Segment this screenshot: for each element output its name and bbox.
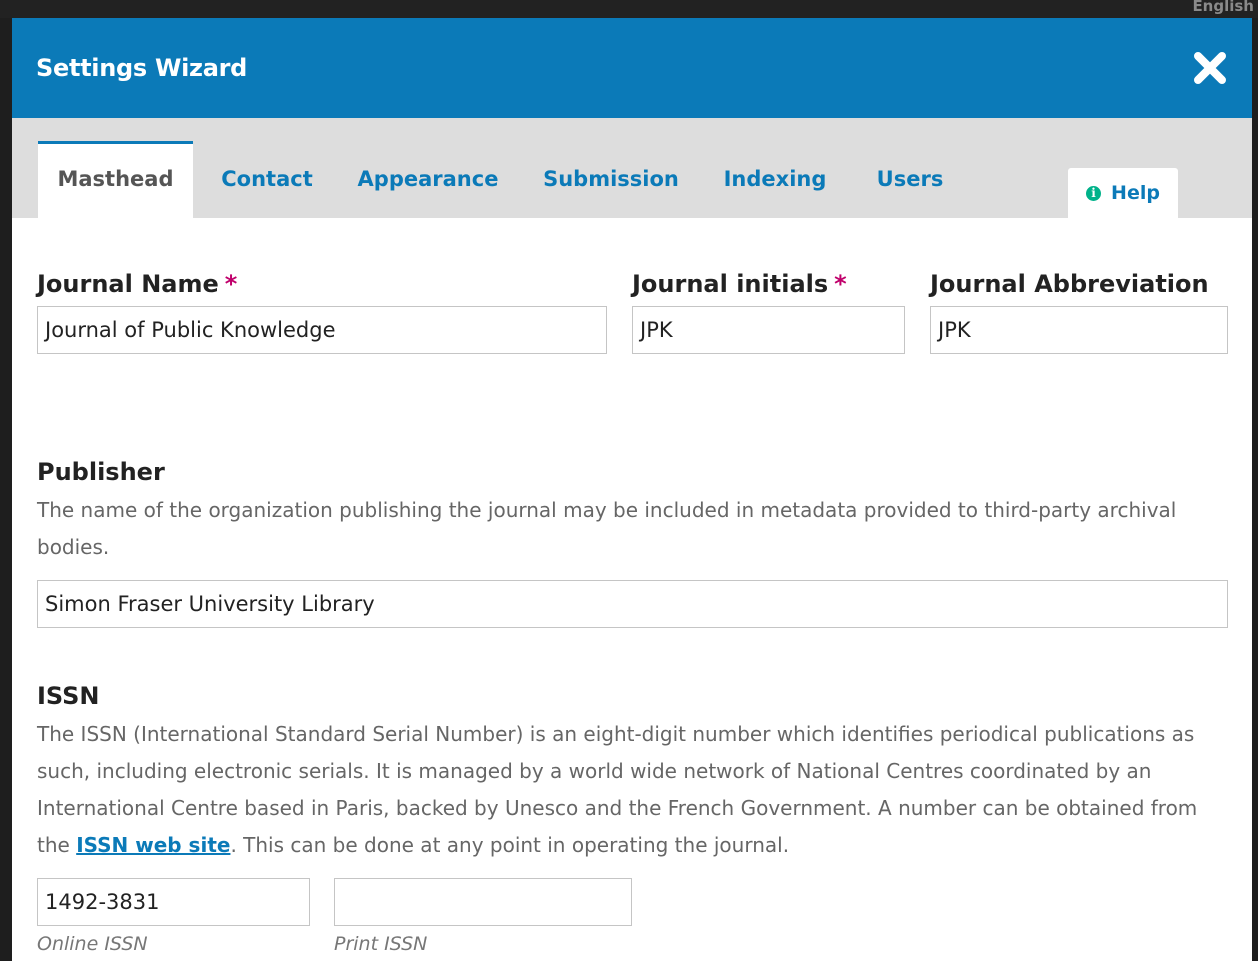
info-icon: i — [1086, 185, 1102, 201]
tab-contact[interactable]: Contact — [212, 144, 322, 218]
close-icon — [1194, 52, 1226, 84]
journal-initials-label-text: Journal initials — [632, 270, 829, 298]
tab-appearance[interactable]: Appearance — [352, 144, 504, 218]
language-selector[interactable]: English — [1192, 0, 1254, 18]
tab-submission[interactable]: Submission — [536, 144, 686, 218]
background-page-strip: English — [0, 0, 1258, 18]
required-marker: * — [834, 270, 847, 298]
journal-name-label-text: Journal Name — [37, 270, 219, 298]
journal-initials-label: Journal initials * — [632, 270, 847, 298]
print-issn-label: Print ISSN — [334, 933, 428, 955]
journal-abbreviation-input[interactable]: JPK — [930, 306, 1228, 354]
tab-bar: Masthead Contact Appearance Submission I… — [12, 118, 1252, 221]
online-issn-input[interactable]: 1492-3831 — [37, 878, 310, 926]
journal-abbreviation-label: Journal Abbreviation — [930, 270, 1209, 298]
publisher-input[interactable]: Simon Fraser University Library — [37, 580, 1228, 628]
journal-name-label: Journal Name * — [37, 270, 237, 298]
help-label: Help — [1111, 182, 1160, 204]
settings-wizard-modal: Settings Wizard Masthead Contact Appeara… — [12, 18, 1252, 961]
print-issn-input[interactable] — [334, 878, 632, 926]
modal-title: Settings Wizard — [36, 54, 248, 82]
tab-users[interactable]: Users — [870, 144, 950, 218]
issn-description: The ISSN (International Standard Serial … — [37, 716, 1227, 864]
issn-web-site-link[interactable]: ISSN web site — [76, 833, 230, 857]
publisher-label: Publisher — [37, 458, 165, 486]
journal-initials-input[interactable]: JPK — [632, 306, 905, 354]
publisher-description: The name of the organization publishing … — [37, 498, 1177, 559]
journal-name-input[interactable]: Journal of Public Knowledge — [37, 306, 607, 354]
issn-description-text-end: . This can be done at any point in opera… — [230, 833, 790, 857]
tab-masthead[interactable]: Masthead — [38, 141, 193, 221]
tab-indexing[interactable]: Indexing — [716, 144, 834, 218]
required-marker: * — [224, 270, 238, 298]
close-button[interactable] — [1192, 50, 1228, 86]
help-button[interactable]: i Help — [1068, 168, 1178, 218]
issn-label: ISSN — [37, 682, 100, 710]
online-issn-label: Online ISSN — [37, 933, 148, 955]
modal-header: Settings Wizard — [12, 18, 1252, 118]
